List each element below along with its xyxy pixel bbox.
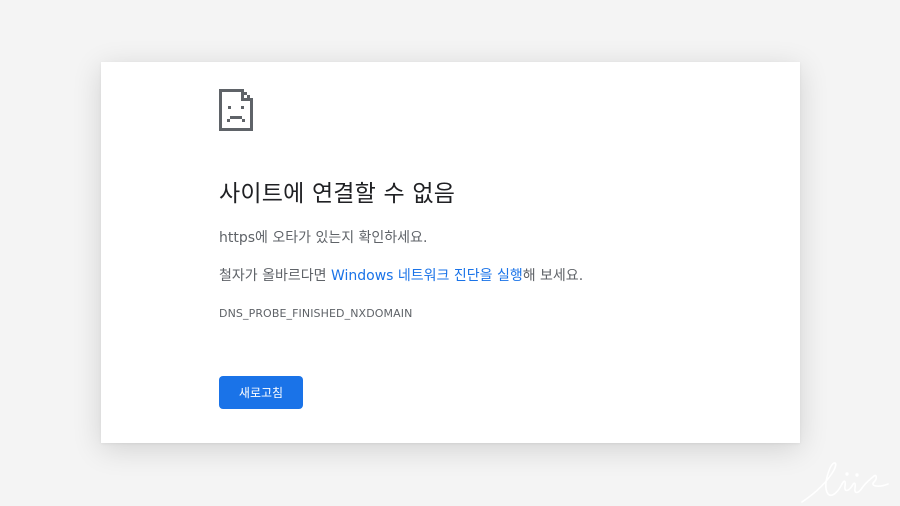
page-title: 사이트에 연결할 수 없음 xyxy=(219,181,456,207)
reload-button[interactable]: 새로고침 xyxy=(219,376,303,409)
diagnostics-suffix-text: 해 보세요. xyxy=(522,268,584,284)
network-diagnostics-link[interactable]: Windows 네트워크 진단을 실행 xyxy=(331,268,523,284)
error-page-card: 사이트에 연결할 수 없음 https에 오타가 있는지 확인하세요. 철자가 … xyxy=(101,62,800,443)
error-code: DNS_PROBE_FINISHED_NXDOMAIN xyxy=(219,307,413,320)
diagnostics-suggestion: 철자가 올바르다면 Windows 네트워크 진단을 실행해 보세요. xyxy=(219,265,583,285)
browser-viewport: 사이트에 연결할 수 없음 https에 오타가 있는지 확인하세요. 철자가 … xyxy=(0,0,900,506)
signature-watermark xyxy=(801,462,889,503)
sad-page-icon xyxy=(219,89,253,131)
typo-suggestion-text: https에 오타가 있는지 확인하세요. xyxy=(219,230,428,246)
diagnostics-prefix-text: 철자가 올바르다면 xyxy=(219,268,331,284)
